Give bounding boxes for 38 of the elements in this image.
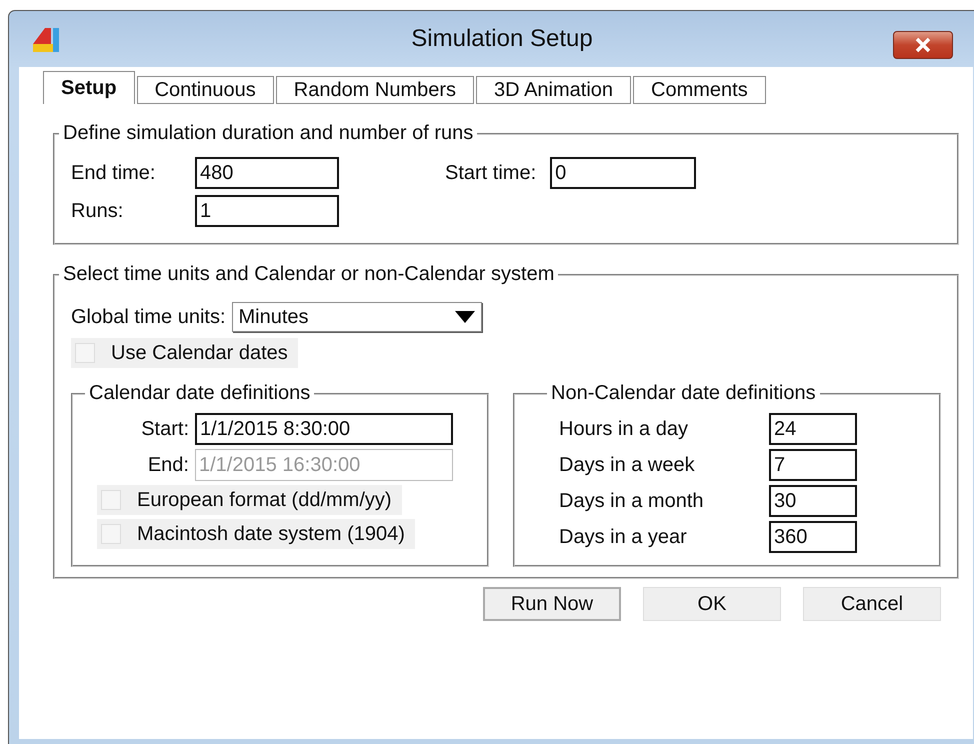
tab[interactable]: Setup [43, 71, 135, 104]
group-title: Select time units and Calendar or non-Calendar system [62, 263, 556, 286]
close-button[interactable] [893, 31, 953, 59]
tab[interactable]: 3D Animation [476, 76, 632, 104]
field-label: Hours in a day [559, 418, 689, 440]
field-label: End: [146, 454, 189, 476]
group-title: Define simulation duration and number of runs [62, 122, 474, 145]
tab[interactable]: Comments [633, 76, 766, 104]
group-title: Calendar date definitions [88, 382, 312, 405]
input-field[interactable]: 24 [769, 413, 857, 445]
checkbox[interactable]: Macintosh date system (1904) [97, 519, 415, 549]
close-icon [914, 37, 932, 53]
dropdown[interactable]: Minutes [232, 302, 482, 332]
input-field[interactable]: 1 [195, 195, 339, 227]
dialog-button[interactable]: Cancel [803, 587, 941, 621]
input-field[interactable]: 1/1/2015 8:30:00 [195, 413, 453, 445]
group-title: Non-Calendar date definitions [550, 382, 817, 405]
field-label: Start time: [445, 162, 536, 184]
field-label: Days in a year [559, 526, 688, 548]
checkbox[interactable]: European format (dd/mm/yy) [97, 485, 402, 515]
dialog-button[interactable]: Run Now [483, 587, 621, 621]
input-field[interactable]: 480 [195, 157, 339, 189]
caret-icon [454, 311, 475, 323]
input-field[interactable]: 360 [769, 521, 857, 553]
field-label: Days in a week [559, 454, 696, 476]
window-title: Simulation Setup [410, 25, 594, 53]
input-field[interactable]: 7 [769, 449, 857, 481]
field-label: Days in a month [559, 490, 705, 512]
field-label: Start: [140, 418, 189, 440]
tab[interactable]: Continuous [136, 76, 274, 104]
field-label: Global time units: [71, 306, 226, 328]
field-label: Runs: [71, 200, 124, 222]
input-field[interactable]: 30 [769, 485, 857, 517]
dialog-button[interactable]: OK [643, 587, 781, 621]
tab[interactable]: Random Numbers [276, 76, 474, 104]
field-label: End time: [71, 162, 156, 184]
input-field[interactable]: 0 [550, 157, 696, 189]
checkbox[interactable]: Use Calendar dates [71, 338, 298, 368]
